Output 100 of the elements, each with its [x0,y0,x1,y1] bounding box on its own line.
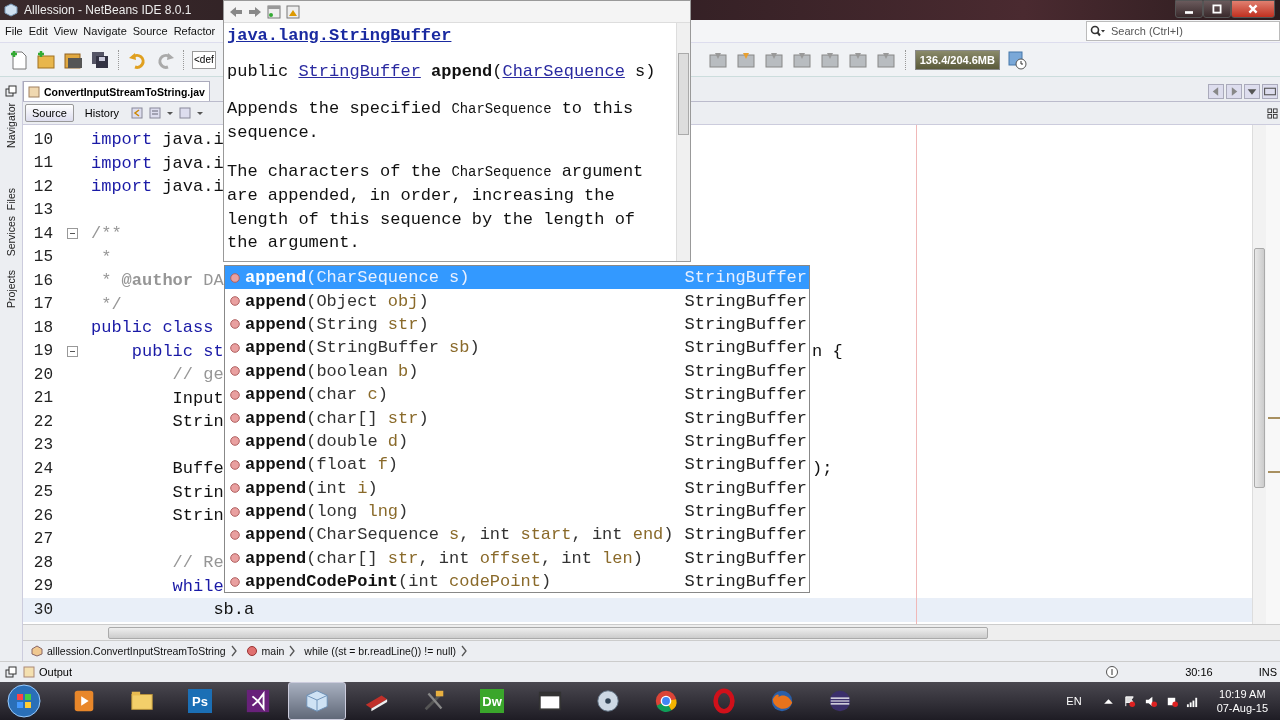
ring-icon[interactable] [711,688,737,714]
memory-indicator[interactable]: 136.4/204.6MB [914,49,1000,70]
sphere-icon[interactable] [827,688,853,714]
side-tab[interactable]: Projects [5,270,17,309]
minimize-button[interactable] [1175,0,1203,18]
method-icon [230,436,240,447]
ribbon-icon[interactable] [245,688,271,714]
disc-icon[interactable] [595,688,621,714]
line-number: 15 [32,248,53,267]
method-icon [230,366,240,377]
maximize-button[interactable] [1203,0,1231,18]
language-indicator[interactable]: EN [1066,695,1082,707]
type-link[interactable]: CharSequence [502,62,625,81]
file-tab[interactable]: ConvertInputStreamToString.jav [23,81,210,101]
code-line: Strin [171,412,224,432]
completion-item[interactable]: append(char c) StringBuffer [225,382,809,407]
notification-icon[interactable] [1105,665,1120,679]
code-line: Strin [171,506,224,526]
scroll-right-icon[interactable] [1226,83,1242,99]
line-number: 30 [32,600,53,619]
search-icon[interactable] [1090,25,1106,37]
menu-item[interactable]: Navigate [80,25,130,37]
completion-item[interactable]: append(int i) StringBuffer [225,476,809,500]
side-tab[interactable]: Navigator [5,103,17,148]
clock-time[interactable]: 10:19 AM [1219,687,1266,701]
flag-icon[interactable] [1122,694,1136,708]
completion-item[interactable]: append(StringBuffer sb) StringBuffer [225,336,809,360]
line-number: 16 [32,271,53,290]
completion-item[interactable]: append(String str) StringBuffer [225,312,809,337]
view-tab[interactable]: History [77,104,127,122]
grid-icon[interactable] [1267,107,1278,119]
open-browser-icon[interactable] [266,3,282,20]
menu-item[interactable]: View [50,25,81,37]
breadcrumb[interactable]: while ((st = br.readLine()) != null) [304,645,469,657]
java-file-icon [28,85,40,98]
method-icon [230,506,240,517]
fold-icon[interactable] [66,345,78,357]
code-line: import java.i [91,153,224,173]
completion-item[interactable]: append(char[] str) StringBuffer [225,406,809,430]
method-icon [230,553,240,564]
code-line: sb.a [212,600,255,620]
restore-window-icon[interactable] [5,666,17,678]
completion-item[interactable]: append(char[] str, int offset, int len) StringBuffer [225,546,809,571]
maximize-icon [1211,3,1223,15]
vertical-scrollbar[interactable] [1252,125,1266,624]
code-line: // ge [171,365,224,385]
browser-icon[interactable] [653,688,679,714]
breadcrumb[interactable]: main [245,645,297,657]
method-icon [230,389,240,400]
line-number: 17 [32,295,53,314]
taskbar-button[interactable] [288,682,346,720]
new-file-icon[interactable] [8,48,30,71]
scroll-left-icon[interactable] [1208,83,1224,99]
method-icon [230,272,240,283]
side-tab[interactable]: Files [5,187,17,211]
code-line: public st [130,341,224,361]
method-icon [230,459,240,470]
cube-icon[interactable] [304,688,330,714]
line-number: 24 [32,459,53,478]
side-tab[interactable]: Services [5,216,17,257]
completion-item[interactable]: append(boolean b) StringBuffer [225,359,809,383]
close-button[interactable] [1231,0,1275,18]
completion-item[interactable]: append(Object obj) StringBuffer [225,289,809,313]
new-folder-icon[interactable] [35,48,57,71]
output-tab[interactable]: Output [23,666,73,678]
popup-scrollbar[interactable] [676,23,690,261]
maximize-editor-icon[interactable] [1262,83,1278,99]
start-orb-icon[interactable] [6,683,42,719]
code-line: Buffe [171,459,224,479]
code-line: */ [100,294,122,314]
search-field[interactable]: Search (Ctrl+I) [1086,21,1280,41]
type-link[interactable]: StringBuffer [298,62,421,81]
view-tab[interactable]: Source [25,104,74,122]
menu-item[interactable]: Refactor [170,25,219,37]
completion-item[interactable]: append(float f) StringBuffer [225,453,809,477]
line-number: 14 [32,224,53,243]
menu-item[interactable]: Source [129,25,171,37]
method-icon [230,342,240,353]
completion-item[interactable]: appendCodePoint(int codePoint) StringBuffer [225,570,809,594]
window-title: Alllession - NetBeans IDE 8.0.1 [24,3,192,17]
line-number: 21 [32,389,53,408]
restore-window-icon[interactable] [5,85,17,97]
app-badge[interactable]: Ps [188,689,212,713]
class-link[interactable]: java.lang.StringBuffer [227,26,452,45]
completion-item[interactable]: append(double d) StringBuffer [225,429,809,454]
chevron-icon [229,645,238,657]
horizontal-scrollbar[interactable] [23,624,1280,640]
clock-date[interactable]: 07-Aug-15 [1216,701,1268,715]
speaker-icon[interactable] [1143,694,1157,708]
globe-icon[interactable] [769,688,795,714]
completion-item[interactable]: append(CharSequence s, int start, int end) StringBuffer [225,523,809,547]
fold-icon[interactable] [66,228,78,240]
configuration-dropdown[interactable]: <def [192,50,216,69]
dropdown-icon[interactable] [1244,83,1260,99]
menu-item[interactable]: Edit [25,25,51,37]
menu-item[interactable]: File [2,25,26,37]
completion-item[interactable]: append(long lng) StringBuffer [225,499,809,524]
chevron-icon [288,645,297,657]
clock-icon[interactable] [1005,48,1028,71]
breadcrumb[interactable]: alllession.ConvertInputStreamToString [31,645,238,657]
